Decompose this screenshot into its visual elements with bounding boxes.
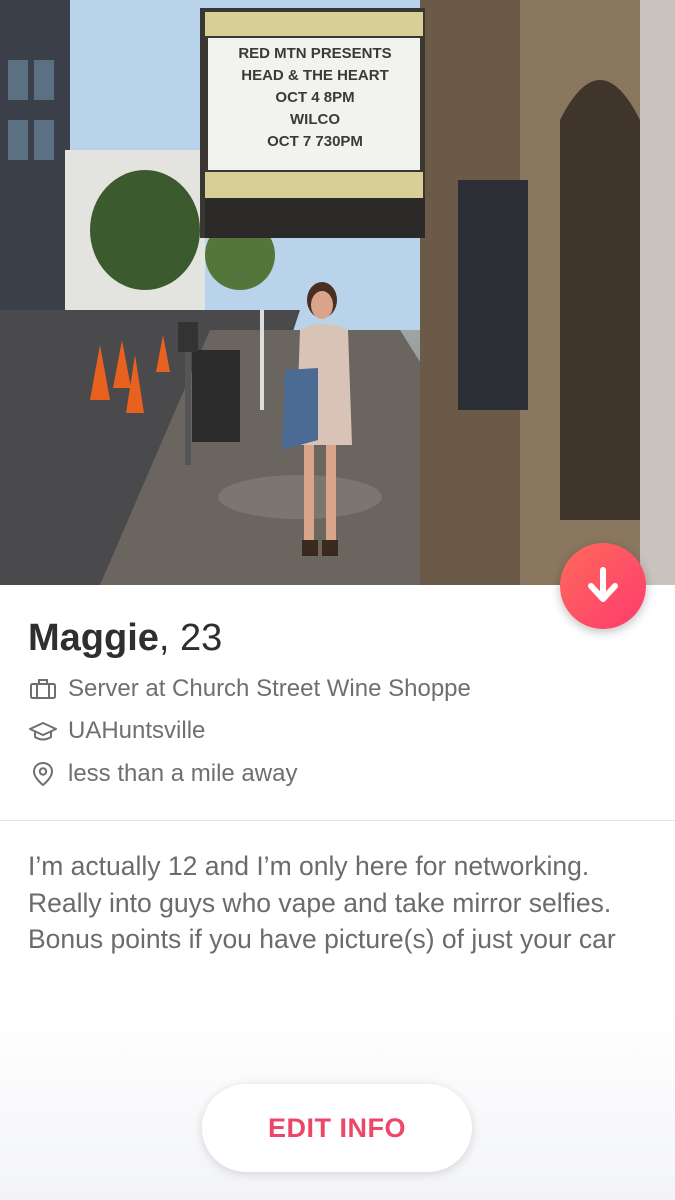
school-row: UAHuntsville: [28, 717, 205, 745]
profile-photo-illustration: RED MTN PRESENTS HEAD & THE HEART OCT 4 …: [0, 0, 675, 585]
profile-photo[interactable]: RED MTN PRESENTS HEAD & THE HEART OCT 4 …: [0, 0, 675, 585]
marquee-line-3: OCT 4 8PM: [275, 89, 354, 106]
profile-bio: I’m actually 12 and I’m only here for ne…: [28, 851, 616, 954]
marquee-line-5: OCT 7 730PM: [267, 133, 363, 150]
marquee-line-1: RED MTN PRESENTS: [238, 45, 391, 62]
school-text: UAHuntsville: [68, 717, 206, 744]
collapse-profile-button[interactable]: [560, 543, 646, 629]
profile-name-age: Maggie, 23: [28, 617, 222, 660]
profile-name: Maggie: [28, 617, 159, 659]
marquee-line-4: WILCO: [290, 111, 340, 128]
job-text: Server at Church Street Wine Shoppe: [68, 675, 471, 702]
profile-age: , 23: [158, 617, 223, 659]
location-pin-icon: [28, 761, 58, 787]
distance-text: less than a mile away: [68, 760, 298, 787]
graduation-cap-icon: [28, 719, 58, 743]
job-row: Server at Church Street Wine Shoppe: [28, 675, 471, 703]
arrow-down-icon: [588, 567, 618, 602]
section-divider: [0, 820, 675, 821]
edit-info-button[interactable]: EDIT INFO: [202, 1084, 472, 1172]
distance-row: less than a mile away: [28, 760, 297, 788]
briefcase-icon: [28, 677, 58, 701]
marquee-line-2: HEAD & THE HEART: [241, 67, 389, 84]
